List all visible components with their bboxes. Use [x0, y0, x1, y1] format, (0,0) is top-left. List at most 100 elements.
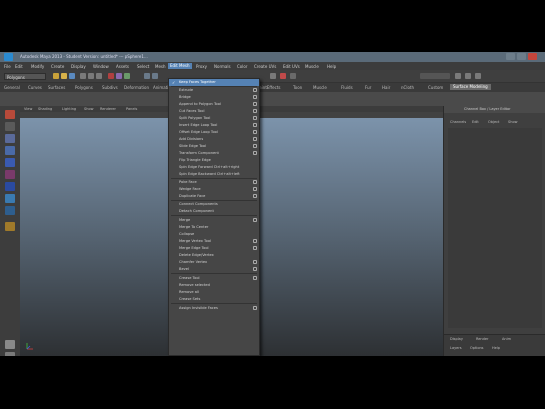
option-box-icon[interactable] [253, 144, 257, 148]
menu-item-spin-edge-forward[interactable]: Spin Edge Forward Ctrl+alt+right [169, 164, 259, 171]
shelf-tab-subdivs[interactable]: Subdivs [102, 85, 118, 90]
channel-list[interactable] [448, 128, 542, 328]
menu-item-slide-edge[interactable]: Slide Edge Tool [169, 143, 259, 150]
option-box-icon[interactable] [253, 180, 257, 184]
layer-tab-display[interactable]: Display [450, 337, 463, 341]
rotate-tool-icon[interactable] [5, 158, 15, 167]
option-box-icon[interactable] [253, 130, 257, 134]
layer-tab-render[interactable]: Render [476, 337, 488, 341]
menu-item-add-divisions[interactable]: Add Divisions [169, 136, 259, 143]
shelf-tab-general[interactable]: General [4, 85, 20, 90]
mask-vertex-icon[interactable] [108, 73, 114, 79]
menu-edit[interactable]: Edit [15, 64, 23, 69]
snap-grid-icon[interactable] [144, 73, 150, 79]
vp-menu-renderer[interactable]: Renderer [100, 107, 116, 111]
layout-single-icon[interactable] [5, 340, 15, 349]
menu-item-keep-faces-together[interactable]: ✓ Keep Faces Together [169, 79, 259, 86]
menu-item-append-polygon[interactable]: Append to Polygon Tool [169, 101, 259, 108]
shelf-tab-toon[interactable]: Toon [293, 85, 302, 90]
option-box-icon[interactable] [253, 218, 257, 222]
menu-color[interactable]: Color [237, 64, 247, 69]
menu-item-merge-to-center[interactable]: Merge To Center [169, 224, 259, 231]
layer-menu-options[interactable]: Options [470, 346, 484, 350]
shelf-tab-surface-modeling[interactable]: Surface Modeling [450, 84, 491, 90]
menu-create[interactable]: Create [51, 64, 64, 69]
shelf-tab-fur[interactable]: Fur [365, 85, 371, 90]
menu-item-crease-tool[interactable]: Crease Tool [169, 275, 259, 282]
menu-item-detach-component[interactable]: Detach Component [169, 208, 259, 215]
vp-menu-show[interactable]: Show [84, 107, 93, 111]
option-box-icon[interactable] [253, 306, 257, 310]
select-object-icon[interactable] [88, 73, 94, 79]
maximize-icon[interactable] [517, 53, 526, 60]
menu-muscle[interactable]: Muscle [305, 64, 319, 69]
menu-normals[interactable]: Normals [214, 64, 231, 69]
menu-item-poke-face[interactable]: Poke Face [169, 179, 259, 186]
select-component-icon[interactable] [96, 73, 102, 79]
menu-item-collapse[interactable]: Collapse [169, 231, 259, 238]
option-box-icon[interactable] [253, 137, 257, 141]
shelf-tab-custom[interactable]: Custom [428, 85, 443, 90]
option-box-icon[interactable] [253, 276, 257, 280]
shelf-tab-muscle[interactable]: Muscle [313, 85, 327, 90]
mode-select[interactable]: Polygons [4, 73, 46, 80]
menu-item-duplicate-face[interactable]: Duplicate Face [169, 193, 259, 200]
menu-help[interactable]: Help [327, 64, 336, 69]
option-box-icon[interactable] [253, 95, 257, 99]
menu-edit-uvs[interactable]: Edit UVs [283, 64, 300, 69]
vp-menu-shading[interactable]: Shading [38, 107, 52, 111]
move-tool-icon[interactable] [5, 146, 15, 155]
render-icon[interactable] [280, 73, 286, 79]
option-box-icon[interactable] [253, 102, 257, 106]
option-box-icon[interactable] [253, 116, 257, 120]
snap-curve-icon[interactable] [152, 73, 158, 79]
menu-item-insert-edge-loop[interactable]: Insert Edge Loop Tool [169, 122, 259, 129]
shelf-tab-painteffects[interactable]: PaintEffects [257, 85, 281, 90]
menu-item-bevel[interactable]: Bevel [169, 266, 259, 273]
option-box-icon[interactable] [253, 239, 257, 243]
menu-item-remove-all[interactable]: Remove all [169, 289, 259, 296]
layer-menu-layers[interactable]: Layers [450, 346, 462, 350]
layout-four-icon[interactable] [5, 352, 15, 356]
cb-tab-channels[interactable]: Channels [450, 120, 466, 124]
new-scene-icon[interactable] [53, 73, 59, 79]
layer-tab-anim[interactable]: Anim [502, 337, 511, 341]
tool-settings-icon[interactable] [465, 73, 471, 79]
option-box-icon[interactable] [253, 246, 257, 250]
menu-assets[interactable]: Assets [116, 64, 129, 69]
shelf-tab-deformation[interactable]: Deformation [124, 85, 149, 90]
menu-modify[interactable]: Modify [31, 64, 44, 69]
menu-file[interactable]: File [4, 64, 11, 69]
open-scene-icon[interactable] [61, 73, 67, 79]
option-box-icon[interactable] [253, 260, 257, 264]
menu-item-wedge-face[interactable]: Wedge Face [169, 186, 259, 193]
mask-edge-icon[interactable] [116, 73, 122, 79]
shelf-tab-fluids[interactable]: Fluids [341, 85, 353, 90]
menu-item-offset-edge-loop[interactable]: Offset Edge Loop Tool [169, 129, 259, 136]
scale-tool-icon[interactable] [5, 170, 15, 179]
menu-item-merge-edge-tool[interactable]: Merge Edge Tool [169, 245, 259, 252]
option-box-icon[interactable] [253, 194, 257, 198]
minimize-icon[interactable] [506, 53, 515, 60]
menu-item-connect-components[interactable]: Connect Components [169, 201, 259, 208]
menu-item-crease-sets[interactable]: Crease Sets [169, 296, 259, 303]
vp-menu-panels[interactable]: Panels [126, 107, 137, 111]
option-box-icon[interactable] [253, 123, 257, 127]
attribute-editor-icon[interactable] [455, 73, 461, 79]
close-icon[interactable] [528, 53, 537, 60]
cb-tab-object[interactable]: Object [488, 120, 499, 124]
cb-tab-edit[interactable]: Edit [472, 120, 479, 124]
channel-box-icon[interactable] [475, 73, 481, 79]
last-tool-icon[interactable] [5, 206, 15, 215]
option-box-icon[interactable] [253, 109, 257, 113]
menu-item-merge[interactable]: Merge [169, 217, 259, 224]
history-icon[interactable] [270, 73, 276, 79]
menu-item-delete-edge-vertex[interactable]: Delete Edge/Vertex [169, 252, 259, 259]
layer-menu-help[interactable]: Help [492, 346, 500, 350]
manipulator-icon[interactable] [5, 182, 15, 191]
soft-mod-icon[interactable] [5, 194, 15, 203]
save-scene-icon[interactable] [69, 73, 75, 79]
select-hierarchy-icon[interactable] [80, 73, 86, 79]
shelf-tab-curves[interactable]: Curves [28, 85, 42, 90]
option-box-icon[interactable] [253, 187, 257, 191]
